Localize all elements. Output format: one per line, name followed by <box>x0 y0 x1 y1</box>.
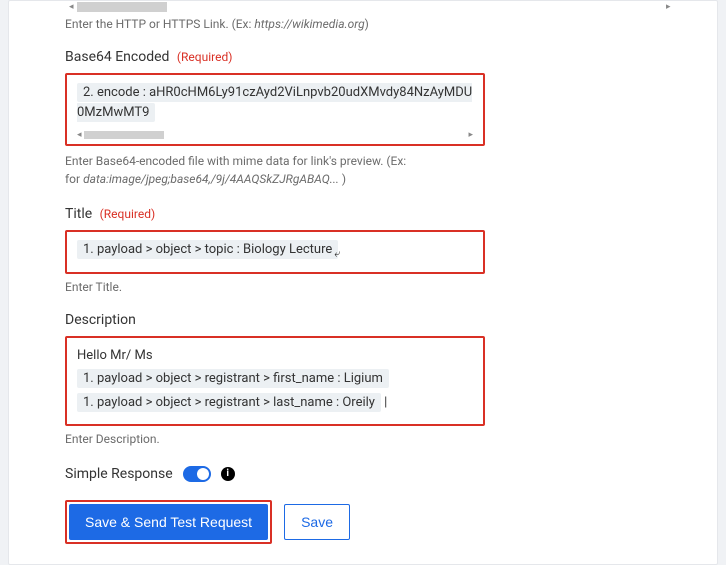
scroll-thumb[interactable] <box>84 131 164 139</box>
base64-label: Base64 Encoded (Required) <box>65 49 677 65</box>
description-token-firstname[interactable]: 1. payload > object > registrant > first… <box>77 369 389 388</box>
simple-response-label: Simple Response <box>65 466 173 482</box>
title-input[interactable]: 1. payload > object > topic : Biology Le… <box>65 230 485 274</box>
cursor-icon: ⤶ <box>334 247 340 260</box>
info-icon[interactable]: i <box>221 467 235 481</box>
title-label: Title (Required) <box>65 206 677 222</box>
title-token[interactable]: 1. payload > object > topic : Biology Le… <box>77 240 338 259</box>
required-marker: (Required) <box>100 207 155 221</box>
description-input[interactable]: Hello Mr/ Ms 1. payload > object > regis… <box>65 336 485 427</box>
description-plain-text: Hello Mr/ Ms <box>77 348 153 363</box>
scroll-left-icon[interactable]: ◂ <box>69 4 76 11</box>
required-marker: (Required) <box>177 50 232 64</box>
simple-response-toggle[interactable] <box>183 466 211 482</box>
scroll-track[interactable] <box>77 2 665 12</box>
http-link-helper: Enter the HTTP or HTTPS Link. (Ex: https… <box>65 17 677 31</box>
save-button[interactable]: Save <box>284 504 350 540</box>
save-send-test-button[interactable]: Save & Send Test Request <box>69 504 268 540</box>
text-cursor-icon: | <box>384 395 387 410</box>
save-send-highlight: Save & Send Test Request <box>65 500 272 544</box>
base64-inner-scrollbar[interactable]: ◂ ▸ <box>77 130 473 140</box>
scroll-right-icon[interactable]: ▸ <box>468 130 473 140</box>
scroll-thumb[interactable] <box>77 2 167 12</box>
description-token-lastname[interactable]: 1. payload > object > registrant > last_… <box>77 393 381 412</box>
base64-input[interactable]: 2. encode : aHR0cHM6Ly91czAyd2ViLnpvb20u… <box>65 73 485 146</box>
form-card: ◂ ▸ Enter the HTTP or HTTPS Link. (Ex: h… <box>8 0 718 565</box>
description-label: Description <box>65 312 677 328</box>
description-helper: Enter Description. <box>65 432 677 446</box>
base64-helper: Enter Base64-encoded file with mime data… <box>65 152 677 188</box>
scroll-right-icon[interactable]: ▸ <box>666 4 673 11</box>
title-helper: Enter Title. <box>65 280 677 294</box>
base64-token[interactable]: 2. encode : aHR0cHM6Ly91czAyd2ViLnpvb20u… <box>77 83 472 122</box>
toggle-knob <box>197 468 209 480</box>
scroll-left-icon[interactable]: ◂ <box>77 130 82 140</box>
top-scrollbar[interactable]: ◂ ▸ <box>65 1 677 13</box>
